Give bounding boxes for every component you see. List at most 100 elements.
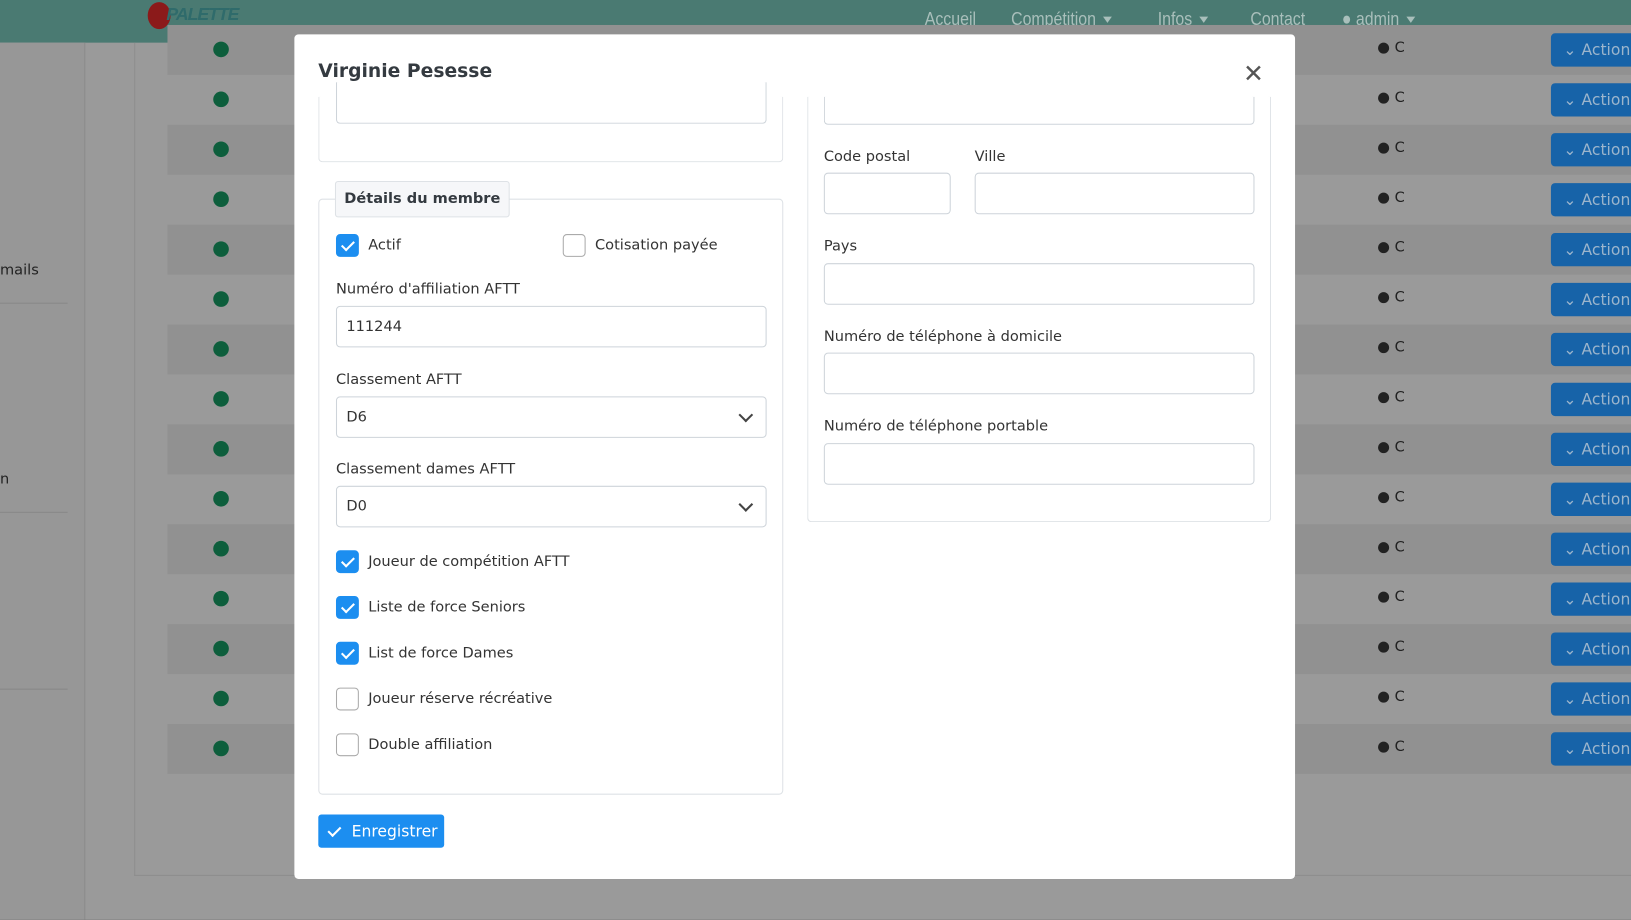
actions-button[interactable]: ⌄ Actions (1550, 482, 1631, 516)
actions-button[interactable]: ⌄ Actions (1550, 582, 1631, 616)
classement-select[interactable]: D6 (335, 396, 767, 438)
affiliation-input[interactable]: 111244 (335, 305, 767, 348)
ranking-value: C (1394, 289, 1405, 306)
status-active-icon (213, 490, 229, 507)
paddle-icon: ● (1377, 688, 1390, 706)
status-active-icon (213, 41, 229, 58)
classement-dames-select[interactable]: D0 (335, 485, 767, 528)
actions-button[interactable]: ⌄ Actions (1550, 133, 1631, 167)
status-active-icon (213, 341, 229, 357)
actions-label: Actions (1581, 689, 1631, 709)
caret-down-icon (1406, 16, 1416, 24)
status-active-icon (213, 590, 229, 607)
divider (0, 511, 68, 513)
actions-button[interactable]: ⌄ Actions (1550, 532, 1631, 566)
status-active-icon (213, 191, 229, 207)
actions-label: Actions (1581, 140, 1631, 160)
ranking-value: C (1394, 89, 1405, 107)
status-active-icon (213, 291, 229, 307)
liste-dames-checkbox[interactable] (335, 641, 359, 665)
ranking-cell: ● C (1377, 739, 1405, 756)
tel-domicile-input[interactable] (823, 352, 1255, 395)
actions-button[interactable]: ⌄ Actions (1550, 33, 1631, 67)
liste-seniors-checkbox[interactable] (335, 596, 359, 619)
ranking-cell: ● C (1377, 589, 1405, 606)
ranking-cell: ● C (1377, 239, 1405, 256)
competition-checkbox[interactable] (335, 550, 359, 574)
actions-label: Actions (1581, 589, 1631, 609)
address-input[interactable] (335, 82, 767, 124)
ville-label: Ville (974, 148, 1006, 166)
actions-button[interactable]: ⌄ Actions (1550, 632, 1631, 666)
paddle-icon: ● (1377, 588, 1390, 606)
liste-seniors-label: Liste de force Seniors (368, 599, 526, 616)
actions-button[interactable]: ⌄ Actions (1550, 332, 1631, 367)
actions-button[interactable]: ⌄ Actions (1550, 233, 1631, 267)
ranking-value: C (1394, 189, 1405, 206)
sidebar-item[interactable]: n (0, 471, 9, 488)
competition-label: Joueur de compétition AFTT (368, 553, 570, 571)
actions-label: Actions (1581, 240, 1631, 260)
paddle-icon: ● (1377, 139, 1390, 157)
divider (0, 302, 68, 304)
tel-portable-label: Numéro de téléphone portable (823, 418, 1049, 435)
double-affiliation-checkbox[interactable] (335, 733, 359, 757)
actions-label: Actions (1581, 90, 1631, 110)
paddle-icon: ● (1377, 738, 1390, 756)
status-active-icon (213, 540, 229, 557)
reserve-checkbox[interactable] (335, 687, 359, 711)
actions-label: Actions (1581, 290, 1631, 309)
classement-label: Classement AFTT (335, 371, 462, 388)
ranking-cell: ● C (1377, 689, 1405, 706)
ranking-value: C (1394, 389, 1405, 406)
paddle-icon: ● (1377, 189, 1390, 206)
save-button[interactable]: Enregistrer (318, 814, 445, 848)
cotisation-checkbox[interactable] (562, 234, 586, 257)
actions-label: Actions (1581, 40, 1631, 60)
ranking-cell: ● C (1377, 289, 1405, 306)
close-icon[interactable]: ✕ (1243, 61, 1264, 86)
ranking-value: C (1394, 339, 1405, 356)
actions-button[interactable]: ⌄ Actions (1550, 682, 1631, 716)
sidebar: mails n (0, 42, 86, 920)
actions-label: Actions (1581, 489, 1631, 509)
code-postal-input[interactable] (823, 172, 951, 215)
paddle-icon: ● (1377, 538, 1390, 556)
ranking-value: C (1394, 738, 1405, 756)
actions-button[interactable]: ⌄ Actions (1550, 432, 1631, 467)
modal-title: Virginie Pesesse (318, 60, 493, 83)
status-active-icon (213, 740, 229, 757)
address-input-2[interactable] (823, 96, 1255, 125)
ville-input[interactable] (974, 172, 1255, 215)
actions-button[interactable]: ⌄ Actions (1550, 282, 1631, 317)
paddle-icon: ● (1377, 339, 1390, 356)
actions-button[interactable]: ⌄ Actions (1550, 183, 1631, 217)
ranking-value: C (1394, 688, 1405, 706)
sidebar-item-emails[interactable]: mails (0, 262, 39, 279)
actif-checkbox[interactable] (335, 234, 359, 257)
member-modal: Virginie Pesesse ✕ Détails du membre Act… (294, 34, 1296, 879)
classement-dames-value: D0 (346, 498, 367, 515)
status-active-icon (213, 640, 229, 657)
fieldset-legend: Détails du membre (334, 180, 510, 218)
paddle-icon: ● (1377, 39, 1390, 57)
actions-label: Actions (1581, 539, 1631, 559)
actions-label: Actions (1581, 190, 1631, 210)
tel-portable-input[interactable] (823, 443, 1255, 485)
actions-button[interactable]: ⌄ Actions (1550, 83, 1631, 117)
paddle-icon: ● (1377, 289, 1390, 306)
ranking-cell: ● C (1377, 439, 1405, 456)
classement-dames-label: Classement dames AFTT (335, 460, 516, 478)
divider (0, 688, 68, 690)
ranking-value: C (1394, 488, 1405, 506)
actions-button[interactable]: ⌄ Actions (1550, 732, 1631, 766)
actions-button[interactable]: ⌄ Actions (1550, 382, 1631, 417)
chevron-down-icon (738, 497, 754, 512)
ranking-cell: ● C (1377, 639, 1405, 656)
actions-label: Actions (1581, 390, 1631, 409)
ranking-cell: ● C (1377, 139, 1405, 156)
logo-text: PALETTE (166, 4, 239, 24)
pays-input[interactable] (823, 263, 1255, 305)
liste-dames-label: List de force Dames (368, 644, 514, 662)
actions-label: Actions (1581, 639, 1631, 659)
